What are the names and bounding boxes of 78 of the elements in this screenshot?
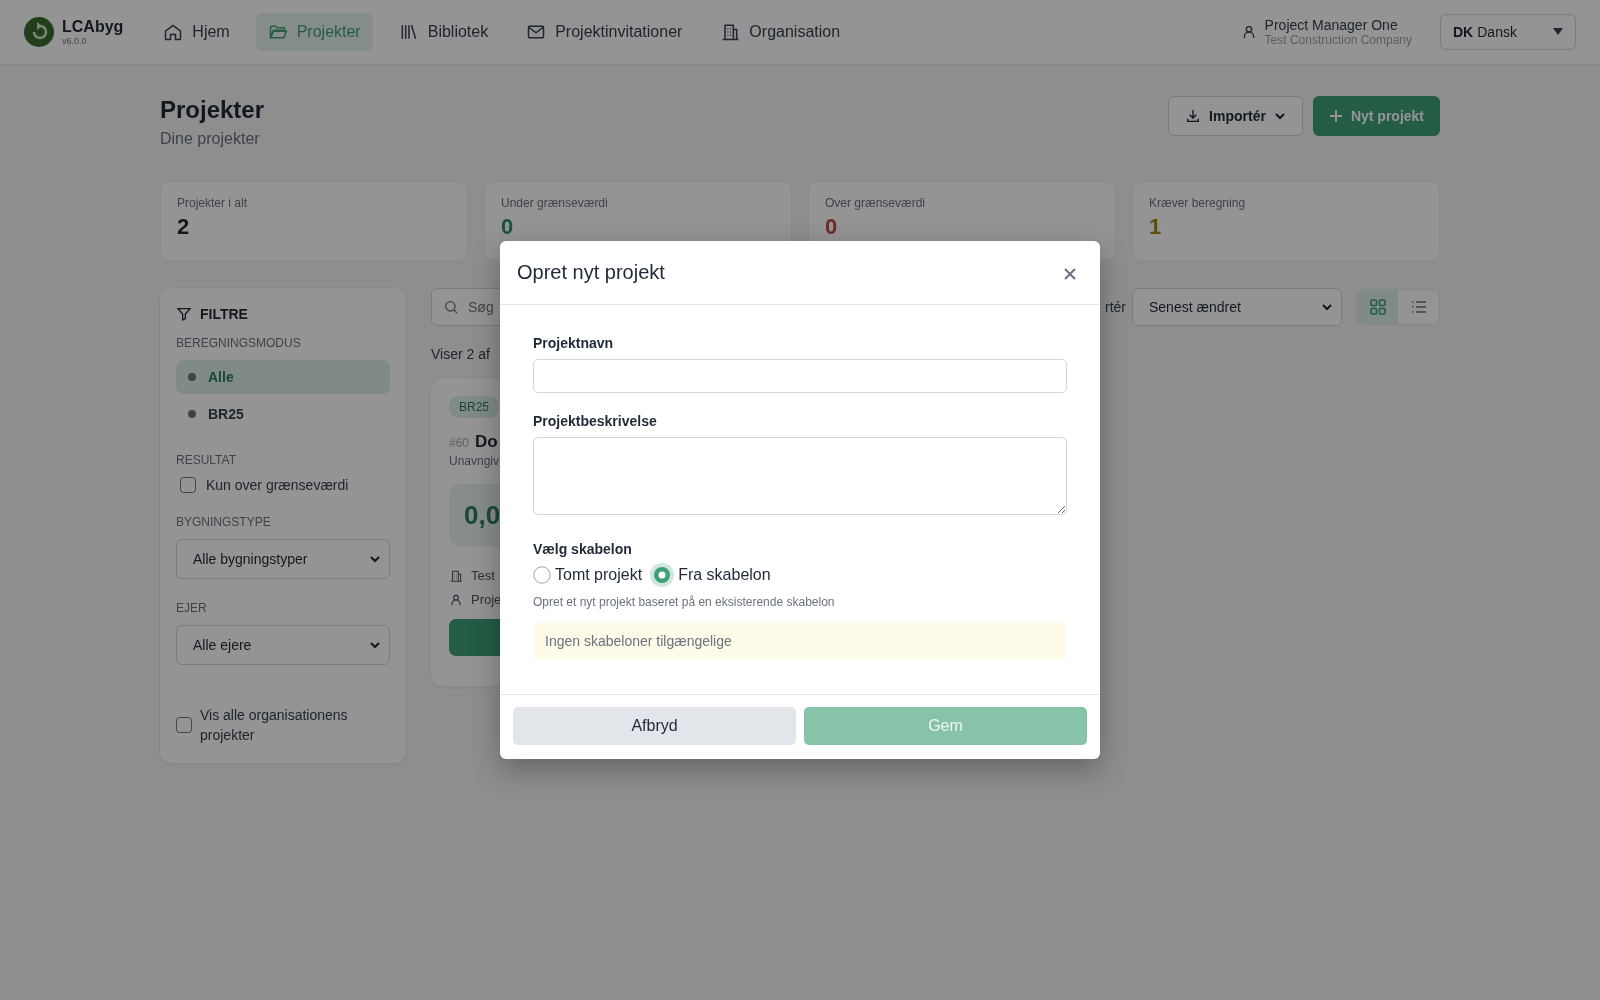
- building-icon: [720, 22, 741, 42]
- mode-badge: BR25: [449, 396, 500, 418]
- section-label: Vælg skabelon: [533, 541, 633, 557]
- stat-value: 2: [177, 216, 190, 238]
- filter-option[interactable]: Alle: [176, 360, 390, 394]
- plus-icon: [1328, 109, 1343, 123]
- owner-name: Proje: [471, 592, 502, 607]
- stat-label: Kræver beregning: [1149, 196, 1246, 210]
- radio-label: Tomt projekt: [555, 566, 643, 584]
- app-name: LCAbyg: [62, 18, 124, 36]
- language-select[interactable]: DK Dansk: [1440, 14, 1576, 50]
- checkbox-label: Vis alle organisationens projekter: [200, 706, 349, 745]
- company-name: Test: [471, 568, 495, 583]
- radio-button[interactable]: [533, 566, 551, 584]
- list-icon: [1410, 299, 1427, 315]
- folder-icon: [267, 22, 288, 42]
- result-value: 0,0: [464, 499, 501, 531]
- stat-value: 0: [501, 216, 514, 238]
- sort-select[interactable]: Senest ændret: [1132, 288, 1342, 326]
- building-icon: [449, 568, 463, 583]
- search-icon: [443, 299, 459, 315]
- app-version: v6.0.0: [62, 36, 88, 46]
- user-icon: [449, 592, 463, 607]
- company-name: Test Construction Company: [1264, 33, 1412, 47]
- chevron-icon: [369, 639, 381, 651]
- stat-label: Under grænseværdi: [501, 196, 608, 210]
- checkbox-label: Kun over grænseværdi: [206, 477, 349, 493]
- logo-icon: [22, 15, 56, 49]
- caret-icon: [1553, 28, 1563, 36]
- nav-link[interactable]: Bibliotek: [386, 13, 501, 51]
- radio-label: Fra skabelon: [678, 566, 771, 584]
- stat-label: Projekter i alt: [177, 196, 248, 210]
- section-heading: BEREGNINGSMODUS: [176, 336, 302, 350]
- stat-value: 1: [1149, 216, 1162, 238]
- section-heading: EJER: [176, 601, 208, 615]
- hint-text: Opret et nyt projekt baseret på en eksisterende skabelon: [533, 595, 836, 609]
- panel-title: FILTRE: [200, 306, 248, 322]
- modal-title: Opret nyt projekt: [517, 261, 665, 284]
- page-title: Projekter: [160, 96, 265, 124]
- cancel-button[interactable]: Afbryd: [513, 707, 796, 745]
- nav-link[interactable]: Hjem: [151, 13, 242, 51]
- grid-icon: [1369, 299, 1386, 315]
- project-name: Do: [475, 432, 498, 452]
- project-description-field[interactable]: [533, 437, 1067, 515]
- user-name: Project Manager One: [1264, 17, 1399, 33]
- project-subtitle: Unavngiv: [449, 454, 501, 468]
- download-icon: [1185, 108, 1202, 124]
- stat-label: Over grænseværdi: [825, 196, 926, 210]
- checkbox[interactable]: [176, 717, 192, 733]
- checkbox[interactable]: [180, 477, 196, 493]
- filter-icon: [176, 306, 192, 322]
- notice-message: Ingen skabeloner tilgængelige: [533, 623, 1067, 659]
- result-count: Viser 2 af: [431, 346, 490, 362]
- project-number: #60: [449, 436, 470, 450]
- field-label: Projektnavn: [533, 335, 615, 351]
- home-icon: [163, 22, 184, 42]
- import-button[interactable]: Importér: [1168, 96, 1303, 136]
- owner-select[interactable]: Alle ejere: [176, 625, 390, 665]
- dot-icon: [188, 373, 196, 381]
- radio-button[interactable]: [650, 563, 675, 587]
- view-toggle[interactable]: [1357, 290, 1398, 324]
- chevron-icon: [1321, 301, 1333, 313]
- project-name-field[interactable]: [533, 359, 1067, 393]
- dot-icon: [188, 410, 196, 418]
- nav-link[interactable]: Organisation: [708, 13, 853, 51]
- building-type-select[interactable]: Alle bygningstyper: [176, 539, 390, 579]
- chevron-icon: [1273, 110, 1286, 122]
- close-icon: [1064, 267, 1076, 280]
- filter-option[interactable]: BR25: [176, 397, 390, 431]
- chevron-icon: [369, 553, 381, 565]
- sort-label: rtér: [1105, 299, 1126, 315]
- mail-icon: [526, 22, 547, 42]
- page-subtitle: Dine projekter: [160, 130, 261, 148]
- section-heading: BYGNINGSTYPE: [176, 515, 272, 529]
- stat-value: 0: [825, 216, 838, 238]
- nav-link[interactable]: Projektinvitationer: [514, 13, 695, 51]
- field-label: Projektbeskrivelse: [533, 413, 658, 429]
- section-heading: RESULTAT: [176, 453, 237, 467]
